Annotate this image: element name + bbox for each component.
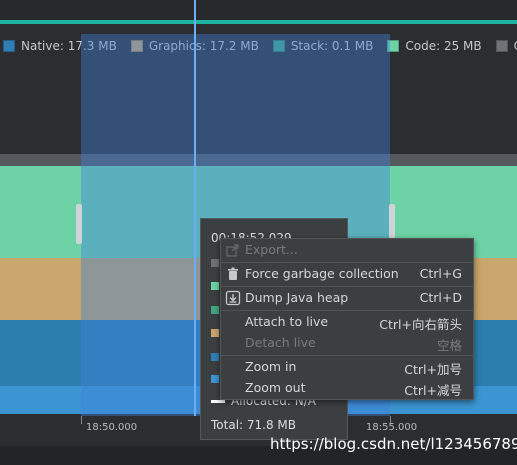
tooltip-swatch xyxy=(211,259,219,267)
menu-shortcut: Ctrl+减号 xyxy=(404,383,462,398)
context-menu: Export... Force garbage collection Ctrl+… xyxy=(220,238,474,400)
menu-item-force-gc[interactable]: Force garbage collection Ctrl+G xyxy=(221,263,473,285)
timeline-cursor xyxy=(194,0,196,418)
tooltip-swatch xyxy=(211,282,219,290)
menu-label: Dump Java heap xyxy=(245,290,349,305)
menu-shortcut: Ctrl+向右箭头 xyxy=(379,317,462,332)
menu-shortcut: Ctrl+G xyxy=(419,266,462,281)
menu-label: Force garbage collection xyxy=(245,266,399,281)
dashed-line-icon xyxy=(211,400,225,403)
menu-item-zoom-in[interactable]: Zoom in Ctrl+加号 xyxy=(221,356,473,378)
menu-shortcut: 空格 xyxy=(436,338,462,353)
menu-label: Detach live xyxy=(245,335,316,350)
menu-item-attach-live[interactable]: Attach to live Ctrl+向右箭头 xyxy=(221,311,473,333)
tooltip-total: Total: 71.8 MB xyxy=(211,418,297,432)
axis-tick xyxy=(81,416,82,424)
selection-handle-left[interactable] xyxy=(76,204,82,244)
menu-item-zoom-out[interactable]: Zoom out Ctrl+减号 xyxy=(221,377,473,399)
axis-label: 18:50.000 xyxy=(86,422,138,433)
menu-label: Zoom in xyxy=(245,359,297,374)
tooltip-swatch xyxy=(211,375,219,383)
export-icon xyxy=(225,242,241,258)
tooltip-swatch xyxy=(211,306,219,314)
menu-item-export[interactable]: Export... xyxy=(221,239,473,261)
watermark-text: https://blog.csdn.net/l123456789T xyxy=(270,435,517,453)
tooltip-swatch xyxy=(211,329,219,337)
others-swatch xyxy=(495,40,508,52)
menu-item-dump-heap[interactable]: Dump Java heap Ctrl+D xyxy=(221,287,473,309)
menu-item-detach-live[interactable]: Detach live 空格 xyxy=(221,332,473,354)
legend-label: Code: 25 MB xyxy=(405,39,482,53)
legend-item-code: Code: 25 MB xyxy=(387,39,482,53)
menu-shortcut: Ctrl+D xyxy=(419,290,462,305)
download-icon xyxy=(225,290,241,306)
menu-label: Attach to live xyxy=(245,314,329,329)
menu-label: Zoom out xyxy=(245,380,306,395)
legend-item-others: O xyxy=(495,39,517,53)
legend-label: O xyxy=(514,39,517,53)
trash-icon xyxy=(225,266,241,282)
axis-label: 18:55.000 xyxy=(366,422,418,433)
divider xyxy=(0,24,517,34)
native-swatch xyxy=(3,40,15,52)
tooltip-swatch xyxy=(211,353,219,361)
menu-shortcut: Ctrl+加号 xyxy=(404,362,462,377)
menu-label: Export... xyxy=(245,242,298,257)
top-strip xyxy=(0,0,517,20)
